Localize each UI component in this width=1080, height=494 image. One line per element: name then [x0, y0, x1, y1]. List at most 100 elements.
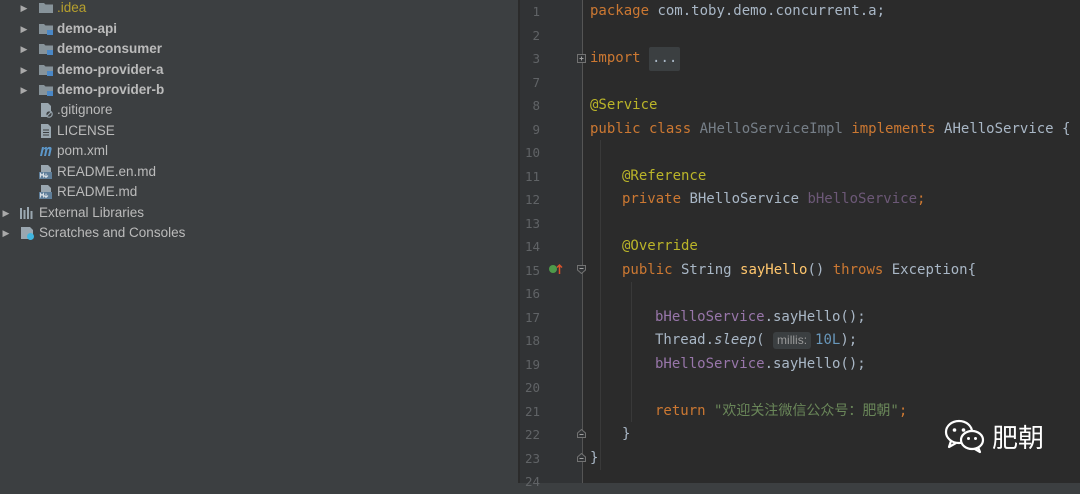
code-line-8[interactable]: @Service	[590, 94, 657, 118]
expand-arrow-icon[interactable]: ▶	[19, 39, 29, 59]
module-folder-icon	[39, 85, 53, 96]
code-token: );	[840, 332, 858, 348]
code-line-11[interactable]: @Reference	[622, 165, 706, 189]
watermark: 肥朝	[944, 416, 1044, 456]
scratches-icon	[21, 227, 34, 240]
code-token: com.toby.demo.concurrent.a;	[649, 3, 886, 19]
fold-end-icon[interactable]	[577, 453, 586, 462]
tree-item-label: LICENSE	[57, 123, 115, 138]
expand-arrow-icon[interactable]: ▶	[19, 80, 29, 100]
line-number: 15	[524, 262, 540, 278]
code-token: .sayHello();	[764, 355, 866, 372]
code-line-1[interactable]: package com.toby.demo.concurrent.a;	[590, 0, 885, 24]
tree-item-demo-provider-a[interactable]: ▶ demo-provider-a	[0, 60, 518, 80]
code-line-23[interactable]: }	[590, 447, 598, 471]
code-token: bHelloService	[807, 191, 918, 207]
code-token: @Service	[590, 97, 658, 113]
code-token: @Reference	[622, 167, 707, 184]
indent-guide	[600, 140, 601, 470]
markdown-file-icon	[39, 165, 52, 179]
line-number: 12	[524, 192, 540, 207]
tree-item-pom-xml[interactable]: pom.xml	[0, 141, 518, 161]
line-number: 2	[532, 27, 540, 43]
override-gutter-icon[interactable]	[548, 262, 564, 276]
code-token: @Override	[622, 238, 698, 254]
tree-item-demo-api[interactable]: ▶ demo-api	[0, 19, 518, 39]
code-token: public class	[590, 120, 692, 137]
code-token: .sayHello();	[764, 308, 866, 325]
line-number: 3	[532, 51, 540, 66]
code-line-22[interactable]: }	[622, 423, 630, 447]
fold-expand-icon[interactable]	[577, 54, 586, 63]
tree-item-label: README.md	[57, 184, 138, 199]
tree-item-label: README.en.md	[57, 164, 157, 179]
tree-item-demo-consumer[interactable]: ▶ demo-consumer	[0, 39, 518, 59]
code-token: Exception{	[883, 261, 977, 278]
markdown-file-icon	[39, 185, 52, 199]
line-number: 20	[524, 380, 540, 395]
tree-item-label: .gitignore	[57, 102, 113, 117]
code-token: ;	[917, 191, 926, 207]
tree-item-label: .idea	[57, 0, 87, 15]
code-token: throws	[832, 261, 884, 278]
folder-icon	[39, 3, 53, 13]
expand-arrow-icon[interactable]: ▶	[19, 0, 29, 18]
line-number: 21	[524, 403, 540, 419]
code-token: package	[590, 3, 650, 19]
code-line-18[interactable]: Thread.sleep( millis: 10L);	[655, 329, 857, 353]
tree-item-label: demo-provider-b	[57, 82, 165, 97]
line-number: 7	[532, 74, 540, 90]
code-line-14[interactable]: @Override	[622, 235, 698, 259]
expand-arrow-icon[interactable]: ▶	[19, 19, 29, 39]
line-number: 14	[524, 239, 540, 254]
code-token: (	[756, 332, 774, 348]
line-number: 13	[524, 215, 540, 231]
code-line-15[interactable]: public String sayHello() throws Exceptio…	[622, 259, 976, 283]
code-line-21[interactable]: return "欢迎关注微信公众号：肥朝";	[655, 400, 907, 424]
tree-item-external-libraries[interactable]: ▶ External Libraries	[0, 203, 518, 223]
tree-item-readme-en-md[interactable]: README.en.md	[0, 162, 518, 182]
code-token: ;	[898, 402, 908, 419]
code-token: BHelloService	[681, 191, 808, 207]
code-token: implements	[851, 120, 936, 137]
tree-item-label: demo-api	[57, 21, 118, 36]
code-token: AHelloServiceImpl	[691, 120, 852, 137]
expand-arrow-icon[interactable]: ▶	[1, 203, 11, 223]
line-number: 10	[524, 145, 540, 160]
folded-imports[interactable]: ...	[649, 47, 681, 71]
tree-item-demo-provider-b[interactable]: ▶ demo-provider-b	[0, 80, 518, 100]
code-token: bHelloService	[655, 355, 765, 372]
fold-collapse-icon[interactable]	[577, 265, 586, 274]
ignore-file-icon	[41, 103, 53, 118]
expand-arrow-icon[interactable]: ▶	[1, 223, 11, 243]
code-token: }	[622, 426, 631, 442]
code-token: sayHello	[740, 261, 808, 278]
code-line-9[interactable]: public class AHelloServiceImpl implement…	[590, 118, 1070, 142]
code-token: ()	[807, 261, 833, 278]
tree-item-label: pom.xml	[57, 143, 109, 158]
code-line-19[interactable]: bHelloService.sayHello();	[655, 353, 866, 377]
tree-item-gitignore[interactable]: .gitignore	[0, 100, 518, 120]
line-number: 1	[532, 4, 540, 19]
tree-item-readme-md[interactable]: README.md	[0, 182, 518, 202]
code-token: "欢迎关注微信公众号：肥朝"	[705, 402, 899, 419]
parameter-hint: millis:	[773, 332, 812, 349]
expand-arrow-icon[interactable]: ▶	[19, 60, 29, 80]
line-number: 16	[524, 286, 540, 301]
line-number: 9	[532, 121, 540, 137]
line-number: 8	[532, 98, 540, 113]
code-line-12[interactable]: private BHelloService bHelloService;	[622, 188, 925, 212]
line-number: 17	[524, 309, 540, 325]
code-token: import	[590, 50, 641, 66]
code-line-17[interactable]: bHelloService.sayHello();	[655, 306, 866, 330]
tree-item-scratches-and-consoles[interactable]: ▶ Scratches and Consoles	[0, 223, 518, 243]
tree-item-label: Scratches and Consoles	[39, 225, 186, 240]
tree-item-idea[interactable]: ▶ .idea	[0, 0, 518, 18]
tree-item-license[interactable]: LICENSE	[0, 121, 518, 141]
code-line-3[interactable]: import ...	[590, 47, 681, 71]
module-folder-icon	[39, 44, 53, 55]
code-token: AHelloService {	[935, 120, 1071, 137]
watermark-text: 肥朝	[992, 423, 1045, 454]
fold-end-icon[interactable]	[577, 429, 586, 438]
tree-item-label: External Libraries	[39, 205, 145, 220]
